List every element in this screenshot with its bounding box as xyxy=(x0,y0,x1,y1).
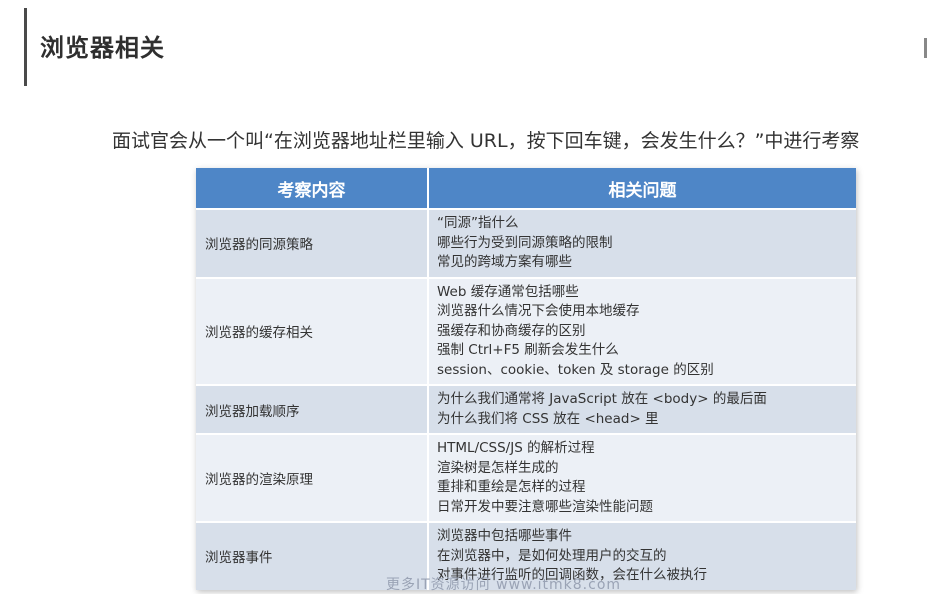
row-topic: 浏览器的同源策略 xyxy=(196,210,429,277)
question-item: 哪些行为受到同源策略的限制 xyxy=(437,234,613,251)
row-topic: 浏览器的缓存相关 xyxy=(196,278,429,384)
question-item: “同源”指什么 xyxy=(437,215,519,231)
question-item: 为什么我们将 CSS 放在 <head> 里 xyxy=(437,410,659,427)
row-questions: “同源”指什么 哪些行为受到同源策略的限制 常见的跨域方案有哪些 xyxy=(429,210,856,277)
table-row: 浏览器加载顺序 为什么我们通常将 JavaScript 放在 <body> 的最… xyxy=(196,384,856,433)
row-questions: HTML/CSS/JS 的解析过程 渲染树是怎样生成的 重排和重绘是怎样的过程 … xyxy=(429,435,856,521)
watermark: 更多IT资源访问 www.itmk8.com xyxy=(386,577,622,593)
row-topic: 浏览器的渲染原理 xyxy=(196,435,429,521)
table-row: 浏览器的同源策略 “同源”指什么 哪些行为受到同源策略的限制 常见的跨域方案有哪… xyxy=(196,208,856,277)
question-item: session、cookie、token 及 storage 的区别 xyxy=(437,361,714,378)
question-item: 渲染树是怎样生成的 xyxy=(437,459,559,476)
table-row: 浏览器的渲染原理 HTML/CSS/JS 的解析过程 渲染树是怎样生成的 重排和… xyxy=(196,433,856,521)
header-questions: 相关问题 xyxy=(608,180,677,201)
topics-table: 考察内容 相关问题 浏览器的同源策略 “同源”指什么 哪些行为受到同源策略的限制… xyxy=(196,168,856,590)
question-item: 为什么我们通常将 JavaScript 放在 <body> 的最后面 xyxy=(437,391,767,407)
question-item: 日常开发中要注意哪些渲染性能问题 xyxy=(437,498,653,515)
question-item: 强制 Ctrl+F5 刷新会发生什么 xyxy=(437,342,619,358)
question-item: 常见的跨域方案有哪些 xyxy=(437,254,572,270)
page-title: 浏览器相关 xyxy=(40,34,165,62)
question-item: 浏览器什么情况下会使用本地缓存 xyxy=(437,303,640,319)
question-item: Web 缓存通常包括哪些 xyxy=(437,283,579,300)
table-header: 考察内容 相关问题 xyxy=(196,168,856,208)
question-item: 浏览器中包括哪些事件 xyxy=(437,528,572,544)
question-item: 强缓存和协商缓存的区别 xyxy=(437,322,586,339)
row-questions: Web 缓存通常包括哪些 浏览器什么情况下会使用本地缓存 强缓存和协商缓存的区别… xyxy=(429,279,856,385)
intro-text: 面试官会从一个叫“在浏览器地址栏里输入 URL，按下回车键，会发生什么？”中进行… xyxy=(112,130,860,152)
question-item: 在浏览器中，是如何处理用户的交互的 xyxy=(437,547,667,564)
question-item: HTML/CSS/JS 的解析过程 xyxy=(437,440,595,456)
header-topic: 考察内容 xyxy=(196,168,429,208)
row-topic: 浏览器加载顺序 xyxy=(196,386,429,433)
title-accent-bar xyxy=(24,8,27,86)
row-questions: 为什么我们通常将 JavaScript 放在 <body> 的最后面 为什么我们… xyxy=(429,386,856,433)
table-row: 浏览器的缓存相关 Web 缓存通常包括哪些 浏览器什么情况下会使用本地缓存 强缓… xyxy=(196,276,856,385)
question-item: 重排和重绘是怎样的过程 xyxy=(437,479,586,495)
